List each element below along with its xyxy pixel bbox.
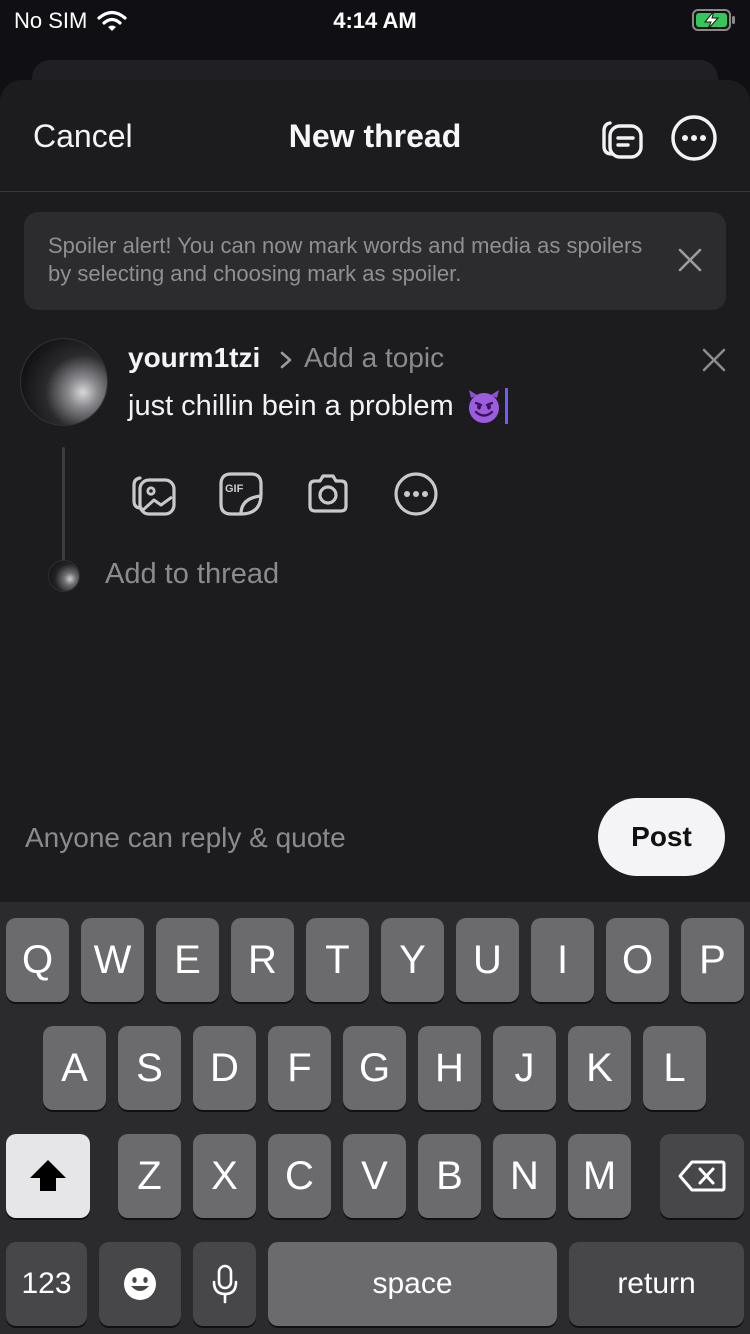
dictation-key[interactable] [193, 1242, 256, 1326]
cancel-button[interactable]: Cancel [33, 118, 133, 155]
key-b[interactable]: B [418, 1134, 481, 1218]
microphone-icon [212, 1264, 237, 1304]
key-t[interactable]: T [306, 918, 369, 1002]
username: yourm1tzi [128, 342, 261, 373]
emoji-key[interactable] [99, 1242, 181, 1326]
post-text-input[interactable]: just chillin bein a problem [128, 388, 508, 424]
emoji-icon [124, 1268, 156, 1300]
key-z[interactable]: Z [118, 1134, 181, 1218]
key-r[interactable]: R [231, 918, 294, 1002]
key-j[interactable]: J [493, 1026, 556, 1110]
key-d[interactable]: D [193, 1026, 256, 1110]
key-m[interactable]: M [568, 1134, 631, 1218]
camera-icon[interactable] [304, 470, 352, 518]
compose-sheet: Cancel New thread Spoiler alert! You can… [0, 80, 750, 902]
reply-setting-button[interactable]: Anyone can reply & quote [25, 822, 346, 854]
close-icon[interactable] [676, 246, 704, 274]
keyboard: Q W E R T Y U I O P A S D F G H J K L Z … [0, 902, 750, 1334]
key-q[interactable]: Q [6, 918, 69, 1002]
add-topic-field[interactable]: Add a topic [304, 342, 444, 374]
smiling-devil-emoji-icon [468, 390, 499, 423]
key-o[interactable]: O [606, 918, 669, 1002]
clock: 4:14 AM [333, 8, 417, 33]
shift-key[interactable] [6, 1134, 90, 1218]
space-key[interactable]: space [268, 1242, 557, 1326]
text-cursor [504, 388, 508, 424]
key-k[interactable]: K [568, 1026, 631, 1110]
spoiler-banner: Spoiler alert! You can now mark words an… [24, 212, 726, 310]
key-n[interactable]: N [493, 1134, 556, 1218]
more-options-icon[interactable] [670, 114, 718, 162]
battery-charging-icon [692, 9, 735, 31]
key-i[interactable]: I [531, 918, 594, 1002]
key-w[interactable]: W [81, 918, 144, 1002]
key-f[interactable]: F [268, 1026, 331, 1110]
key-h[interactable]: H [418, 1026, 481, 1110]
thread-line [62, 447, 65, 575]
svg-text:GIF: GIF [225, 483, 244, 495]
more-attachments-icon[interactable] [392, 470, 440, 518]
add-to-thread-button[interactable]: Add to thread [105, 558, 279, 591]
backspace-key[interactable] [660, 1134, 744, 1218]
numbers-key[interactable]: 123 [6, 1242, 87, 1326]
return-key[interactable]: return [569, 1242, 744, 1326]
key-g[interactable]: G [343, 1026, 406, 1110]
key-v[interactable]: V [343, 1134, 406, 1218]
key-e[interactable]: E [156, 918, 219, 1002]
gallery-icon[interactable] [130, 470, 178, 518]
status-bar: No SIM 4:14 AM [0, 0, 750, 44]
post-button[interactable]: Post [598, 798, 725, 876]
key-s[interactable]: S [118, 1026, 181, 1110]
small-avatar [48, 560, 80, 592]
post-text: just chillin bein a problem [128, 389, 454, 422]
backspace-icon [678, 1160, 726, 1192]
remove-post-icon[interactable] [700, 346, 728, 374]
key-y[interactable]: Y [381, 918, 444, 1002]
banner-text: Spoiler alert! You can now mark words an… [48, 233, 643, 286]
key-u[interactable]: U [456, 918, 519, 1002]
key-l[interactable]: L [643, 1026, 706, 1110]
key-p[interactable]: P [681, 918, 744, 1002]
compose-header: Cancel New thread [0, 80, 750, 192]
chevron-right-icon [280, 351, 292, 369]
avatar [20, 338, 108, 426]
shift-arrow-icon [30, 1160, 66, 1191]
drafts-icon[interactable] [598, 114, 646, 162]
key-c[interactable]: C [268, 1134, 331, 1218]
key-a[interactable]: A [43, 1026, 106, 1110]
gif-icon[interactable]: GIF [217, 470, 265, 518]
key-x[interactable]: X [193, 1134, 256, 1218]
